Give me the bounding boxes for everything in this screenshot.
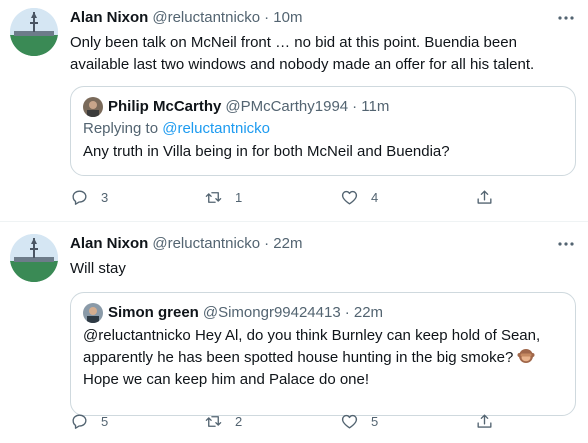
like-count: 4 <box>371 190 379 205</box>
quote-header: Simon green @Simongr99424413 · 22m <box>83 303 563 323</box>
reply-count: 3 <box>101 190 109 205</box>
author-avatar[interactable] <box>10 234 58 282</box>
replying-to-label: Replying to <box>83 120 163 137</box>
quote-author-handle: @PMcCarthy1994 <box>225 98 349 115</box>
quoted-tweet[interactable]: Philip McCarthy @PMcCarthy1994 · 11m Reply… <box>70 86 576 176</box>
share-button[interactable] <box>475 412 506 431</box>
tweet-actions: 5 2 5 <box>70 412 500 432</box>
quoted-tweet[interactable]: Simon green @Simongr99424413 · 22m @reluct… <box>70 292 576 416</box>
quote-author-name: Philip McCarthy <box>108 98 222 115</box>
tweet-header: Alan Nixon @reluctantnicko · 22m <box>70 234 302 254</box>
author-name[interactable]: Alan Nixon <box>70 235 148 252</box>
author-name[interactable]: Alan Nixon <box>70 9 148 26</box>
quote-text: @reluctantnicko Hey Al, do you think Bur… <box>83 325 563 391</box>
share-icon <box>477 414 492 428</box>
replying-to-handle[interactable]: @reluctantnicko <box>162 120 270 137</box>
author-handle[interactable]: @reluctantnicko <box>152 9 260 26</box>
quote-author-name: Simon green <box>108 304 199 321</box>
retweet-count: 1 <box>235 190 243 205</box>
tweet-header: Alan Nixon @reluctantnicko · 10m <box>70 8 302 28</box>
retweet-count: 2 <box>235 414 243 429</box>
reply-count: 5 <box>101 414 109 429</box>
author-avatar[interactable] <box>10 8 58 56</box>
author-handle[interactable]: @reluctantnicko <box>152 235 260 252</box>
quote-time: · 11m <box>352 98 390 115</box>
heart-icon <box>341 414 358 429</box>
quote-text-line-2: Hope we can keep him and Palace do one! <box>83 371 370 388</box>
tweet-time[interactable]: · 22m <box>264 235 302 252</box>
tweet[interactable]: Alan Nixon @reluctantnicko · 10m Only been… <box>0 0 588 222</box>
tweet[interactable]: Alan Nixon @reluctantnicko · 22m Will stay… <box>0 222 588 443</box>
retweet-button[interactable]: 1 <box>204 188 242 207</box>
reply-icon <box>72 190 87 205</box>
quote-text-body: @reluctantnicko Hey Al, do you think Bur… <box>83 327 541 366</box>
heart-icon <box>341 190 358 205</box>
retweet-button[interactable]: 2 <box>204 412 242 431</box>
retweet-icon <box>205 192 222 203</box>
more-icon[interactable] <box>556 8 576 28</box>
replying-to: Replying to @reluctantnicko <box>83 119 563 139</box>
quote-avatar <box>83 97 103 117</box>
tweet-text: Only been talk on McNeil front … no bid … <box>70 34 535 73</box>
reply-button[interactable]: 5 <box>70 412 108 431</box>
quote-author-handle: @Simongr99424413 <box>202 304 341 321</box>
like-button[interactable]: 4 <box>340 188 378 207</box>
like-count: 5 <box>371 414 379 429</box>
tweet-actions: 3 1 4 <box>70 188 500 208</box>
reply-button[interactable]: 3 <box>70 188 108 207</box>
quote-text: Any truth in Villa being in for both McN… <box>83 143 450 160</box>
quote-avatar <box>83 303 103 323</box>
retweet-icon <box>205 416 222 427</box>
like-button[interactable]: 5 <box>340 412 378 431</box>
quote-header: Philip McCarthy @PMcCarthy1994 · 11m <box>83 97 563 117</box>
reply-icon <box>72 414 87 429</box>
quote-time: · 22m <box>344 304 384 321</box>
tweet-time[interactable]: · 10m <box>264 9 302 26</box>
share-button[interactable] <box>475 188 506 207</box>
share-icon <box>477 190 492 204</box>
more-icon[interactable] <box>556 234 576 254</box>
tweet-text: Will stay <box>70 260 126 277</box>
see-no-evil-monkey-icon <box>517 347 535 365</box>
